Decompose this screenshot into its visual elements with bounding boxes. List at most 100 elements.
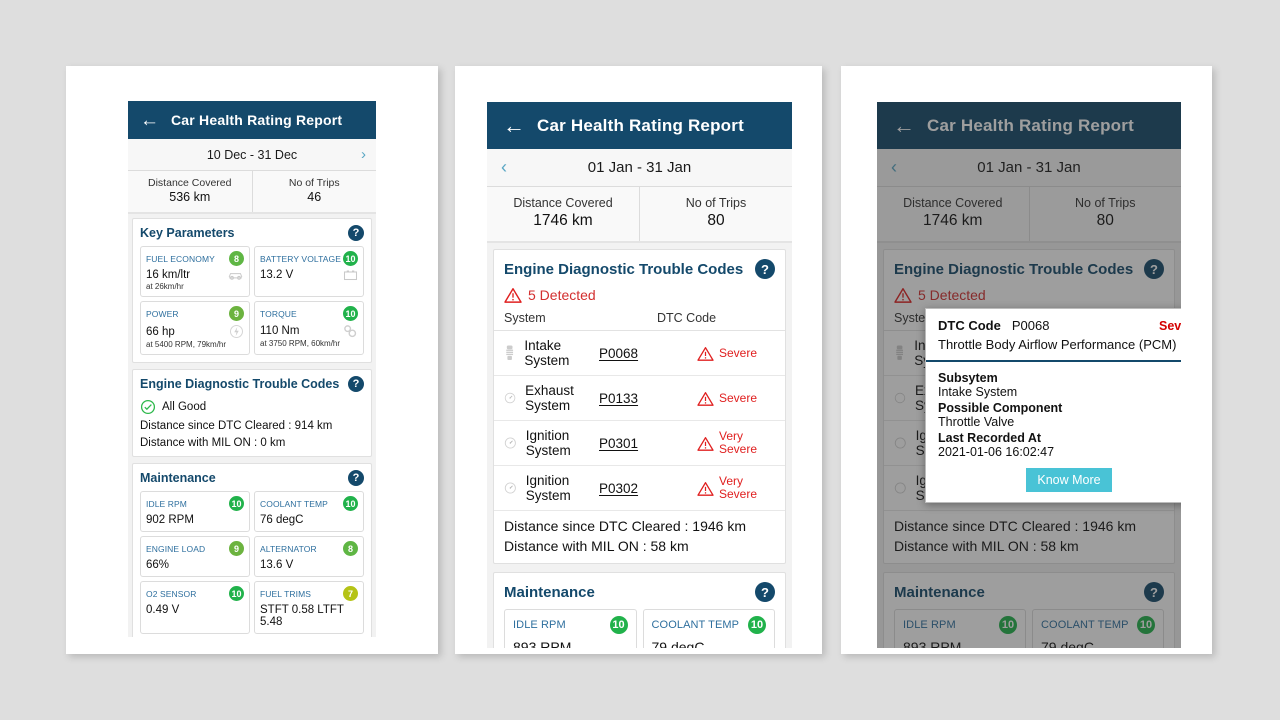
- tile-label: COOLANT TEMP: [260, 498, 328, 509]
- help-icon[interactable]: ?: [1144, 582, 1164, 602]
- modal-body: Subsytem Intake System Possible Componen…: [926, 362, 1181, 502]
- param-tile-torque[interactable]: TORQUE 10 110 Nm at 3750 RPM, 60km/hr: [254, 301, 364, 355]
- gauge-icon: [504, 482, 516, 494]
- section-title: Maintenance: [894, 583, 985, 601]
- severity-badge: Very Severe: [697, 475, 775, 500]
- summary-stats-3: Distance Covered 1746 km No of Trips 80: [877, 187, 1181, 243]
- score-badge: 10: [229, 586, 244, 601]
- maintenance-card-2: Maintenance ? IDLE RPM 10 893 RPM COOLAN…: [493, 572, 786, 648]
- detected-text: 5 Detected: [918, 287, 986, 303]
- table-row[interactable]: Intake System P0068 Severe: [494, 331, 785, 376]
- stat-value: 1746 km: [533, 212, 593, 229]
- page-title: Car Health Rating Report: [171, 112, 343, 128]
- chevron-left-icon[interactable]: ‹: [891, 157, 905, 178]
- stat-value: 80: [1096, 212, 1114, 229]
- distance-since-cleared: Distance since DTC Cleared : 1946 km: [504, 518, 746, 534]
- table-row[interactable]: Ignition System P0301 Very Severe: [494, 421, 785, 466]
- dtc-table-header: System DTC Code: [494, 303, 785, 331]
- stat-no-of-trips: No of Trips 46: [251, 171, 377, 212]
- stat-label: No of Trips: [685, 196, 747, 210]
- maint-tile-engine-load[interactable]: ENGINE LOAD 9 66%: [140, 536, 250, 577]
- modal-recorded-value: 2021-01-06 16:02:47: [938, 445, 1055, 459]
- maint-tile-alternator[interactable]: ALTERNATOR 8 13.6 V: [254, 536, 364, 577]
- phone-mockup-1: ← Car Health Rating Report 10 Dec - 31 D…: [66, 66, 438, 654]
- distance-with-mil-on: Distance with MIL ON : 58 km: [504, 538, 689, 554]
- app-screen-3: ← Car Health Rating Report ‹ 01 Jan - 31…: [877, 102, 1181, 648]
- app-bar-1: ← Car Health Rating Report: [128, 101, 376, 139]
- severity-badge: Very Severe: [697, 430, 775, 455]
- maintenance-header-1: Maintenance ?: [140, 470, 364, 486]
- dtc-header-3: Engine Diagnostic Trouble Codes ? 5 Dete…: [884, 250, 1174, 303]
- table-row[interactable]: Ignition System P0302 Very Severe: [494, 466, 785, 511]
- tile-value: 110 Nm: [260, 325, 300, 337]
- tile-sub: at 5400 RPM, 79km/hr: [146, 340, 227, 349]
- help-icon[interactable]: ?: [755, 259, 775, 279]
- tile-label: COOLANT TEMP: [1041, 619, 1129, 631]
- maint-tile-coolant-temp[interactable]: COOLANT TEMP 10 79 degC: [1032, 609, 1164, 648]
- maintenance-card-3: Maintenance ? IDLE RPM 10 893 RPM COOLAN…: [883, 572, 1175, 648]
- maintenance-header-3: Maintenance ?: [894, 582, 1164, 602]
- maint-tile-idle-rpm[interactable]: IDLE RPM 10 893 RPM: [504, 609, 637, 648]
- dtc-code-link[interactable]: P0133: [599, 391, 697, 406]
- maint-tile-o2-sensor[interactable]: O2 SENSOR 10 0.49 V: [140, 581, 250, 634]
- maintenance-card-1: Maintenance ? IDLE RPM 10 902 RPM COOLAN…: [132, 463, 372, 637]
- date-range-selector-1[interactable]: 10 Dec - 31 Dec ›: [128, 139, 376, 171]
- section-title: Maintenance: [140, 471, 216, 485]
- summary-stats-1: Distance Covered 536 km No of Trips 46: [128, 171, 376, 214]
- tile-value: 76 degC: [260, 514, 304, 526]
- maint-tile-coolant-temp[interactable]: COOLANT TEMP 10 79 degC: [642, 609, 775, 648]
- system-name: Ignition System: [525, 428, 571, 458]
- dtc-code-link[interactable]: P0301: [599, 436, 697, 451]
- help-icon[interactable]: ?: [755, 582, 775, 602]
- score-badge: 10: [999, 616, 1017, 634]
- help-icon[interactable]: ?: [1144, 259, 1164, 279]
- table-row[interactable]: Exhaust System P0133 Severe: [494, 376, 785, 421]
- back-arrow-icon[interactable]: ←: [140, 111, 159, 130]
- help-icon[interactable]: ?: [348, 470, 364, 486]
- param-tile-battery-voltage[interactable]: BATTERY VOLTAGE 10 13.2 V: [254, 246, 364, 297]
- scroll-body-1[interactable]: Key Parameters ? FUEL ECONOMY 8 16 km/lt…: [128, 214, 376, 637]
- app-bar-3: ← Car Health Rating Report: [877, 102, 1181, 149]
- param-tile-power[interactable]: POWER 9 66 hp at 5400 RPM, 79km/hr: [140, 301, 250, 355]
- gears-icon: [344, 325, 357, 338]
- chevron-left-icon[interactable]: ‹: [501, 157, 515, 178]
- tile-label: IDLE RPM: [513, 619, 566, 631]
- score-badge: 10: [229, 496, 244, 511]
- date-range-selector-2[interactable]: ‹ 01 Jan - 31 Jan: [487, 149, 792, 187]
- section-title: Engine Diagnostic Trouble Codes: [894, 260, 1134, 278]
- maint-tile-coolant-temp[interactable]: COOLANT TEMP 10 76 degC: [254, 491, 364, 532]
- system-name: Exhaust System: [525, 383, 574, 413]
- stat-label: No of Trips: [288, 177, 340, 189]
- stat-label: Distance Covered: [903, 196, 1003, 210]
- param-tile-fuel-economy[interactable]: FUEL ECONOMY 8 16 km/ltr at 26km/hr: [140, 246, 250, 297]
- severity-text: Severe: [719, 345, 758, 360]
- intake-icon: [506, 345, 514, 360]
- back-arrow-icon[interactable]: ←: [893, 114, 915, 137]
- know-more-button[interactable]: Know More: [1026, 468, 1112, 492]
- score-badge: 9: [229, 306, 244, 321]
- tile-value: 66 hp: [146, 325, 175, 338]
- stat-no-of-trips: No of Trips 80: [1028, 187, 1182, 241]
- help-icon[interactable]: ?: [348, 376, 364, 392]
- help-icon[interactable]: ?: [348, 225, 364, 241]
- dtc-card-1: Engine Diagnostic Trouble Codes ? All Go…: [132, 369, 372, 457]
- dtc-code-link[interactable]: P0302: [599, 481, 697, 496]
- column-system: System: [504, 311, 546, 325]
- severity-badge: Severe: [697, 391, 775, 406]
- tile-label: O2 SENSOR: [146, 588, 197, 599]
- modal-recorded-label: Last Recorded At: [938, 431, 1042, 445]
- maint-tile-idle-rpm[interactable]: IDLE RPM 10 893 RPM: [894, 609, 1026, 648]
- maint-tile-idle-rpm[interactable]: IDLE RPM 10 902 RPM: [140, 491, 250, 532]
- scroll-body-2[interactable]: Engine Diagnostic Trouble Codes ? 5 Dete…: [487, 243, 792, 648]
- back-arrow-icon[interactable]: ←: [503, 114, 525, 137]
- tile-value: 79 degC: [651, 639, 705, 648]
- app-screen-2: ← Car Health Rating Report ‹ 01 Jan - 31…: [487, 102, 792, 648]
- date-range-selector-3[interactable]: ‹ 01 Jan - 31 Jan: [877, 149, 1181, 187]
- maint-tile-fuel-trims[interactable]: FUEL TRIMS 7 STFT 0.58 LTFT 5.48: [254, 581, 364, 634]
- chevron-right-icon[interactable]: ›: [352, 146, 366, 163]
- tile-label: BATTERY VOLTAGE: [260, 253, 342, 264]
- dtc-code-link[interactable]: P0068: [599, 346, 697, 361]
- section-title: Engine Diagnostic Trouble Codes: [140, 377, 340, 391]
- tile-sub: at 3750 RPM, 60km/hr: [260, 339, 341, 348]
- gauge-icon: [504, 392, 516, 404]
